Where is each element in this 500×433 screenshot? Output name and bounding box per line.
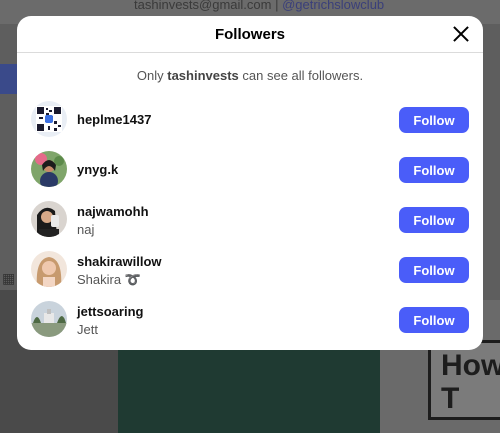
- avatar[interactable]: [31, 151, 67, 187]
- followers-dialog: Followers Only tashinvests can see all f…: [17, 16, 483, 350]
- background-email: tashinvests@gmail.com |: [134, 0, 283, 12]
- follow-button[interactable]: Follow: [399, 207, 469, 233]
- followers-notice: Only tashinvests can see all followers.: [17, 68, 483, 83]
- follower-display-name: Shakira ➰: [77, 272, 141, 287]
- background-bio-text: tashinvests@gmail.com | @getrichslowclub: [134, 0, 384, 12]
- dialog-title: Followers: [214, 26, 285, 43]
- avatar[interactable]: [31, 301, 67, 337]
- grid-icon: ▦: [2, 270, 16, 286]
- follower-display-name: Jett: [77, 322, 98, 337]
- follower-username[interactable]: jettsoaring: [77, 304, 143, 319]
- follow-button[interactable]: Follow: [399, 257, 469, 283]
- follower-row: najwamohh naj Follow: [17, 194, 483, 244]
- follower-row: heplme1437 Follow: [17, 94, 483, 144]
- background-poster-text: How T: [428, 340, 500, 420]
- dialog-header: Followers: [17, 16, 483, 53]
- background-link: @getrichslowclub: [282, 0, 385, 12]
- follow-button[interactable]: Follow: [399, 157, 469, 183]
- follower-row: ynyg.k Follow: [17, 144, 483, 194]
- follower-username[interactable]: heplme1437: [77, 112, 151, 127]
- notice-prefix: Only: [136, 68, 168, 83]
- followers-list: heplme1437 Follow ynyg.k Follow najwamoh…: [17, 94, 483, 344]
- close-icon[interactable]: [451, 24, 471, 44]
- follower-username[interactable]: ynyg.k: [77, 162, 118, 177]
- notice-suffix: can see all followers.: [238, 68, 364, 83]
- background-button: [0, 64, 17, 94]
- follow-button[interactable]: Follow: [399, 307, 469, 333]
- avatar[interactable]: [31, 251, 67, 287]
- follower-row: jettsoaring Jett Follow: [17, 294, 483, 344]
- notice-username: tashinvests: [167, 68, 239, 83]
- follower-username[interactable]: shakirawillow: [77, 254, 162, 269]
- avatar[interactable]: [31, 201, 67, 237]
- follow-button[interactable]: Follow: [399, 107, 469, 133]
- follower-row: shakirawillow Shakira ➰ Follow: [17, 244, 483, 294]
- follower-username[interactable]: najwamohh: [77, 204, 149, 219]
- follower-display-name: naj: [77, 222, 95, 237]
- avatar[interactable]: [31, 101, 67, 137]
